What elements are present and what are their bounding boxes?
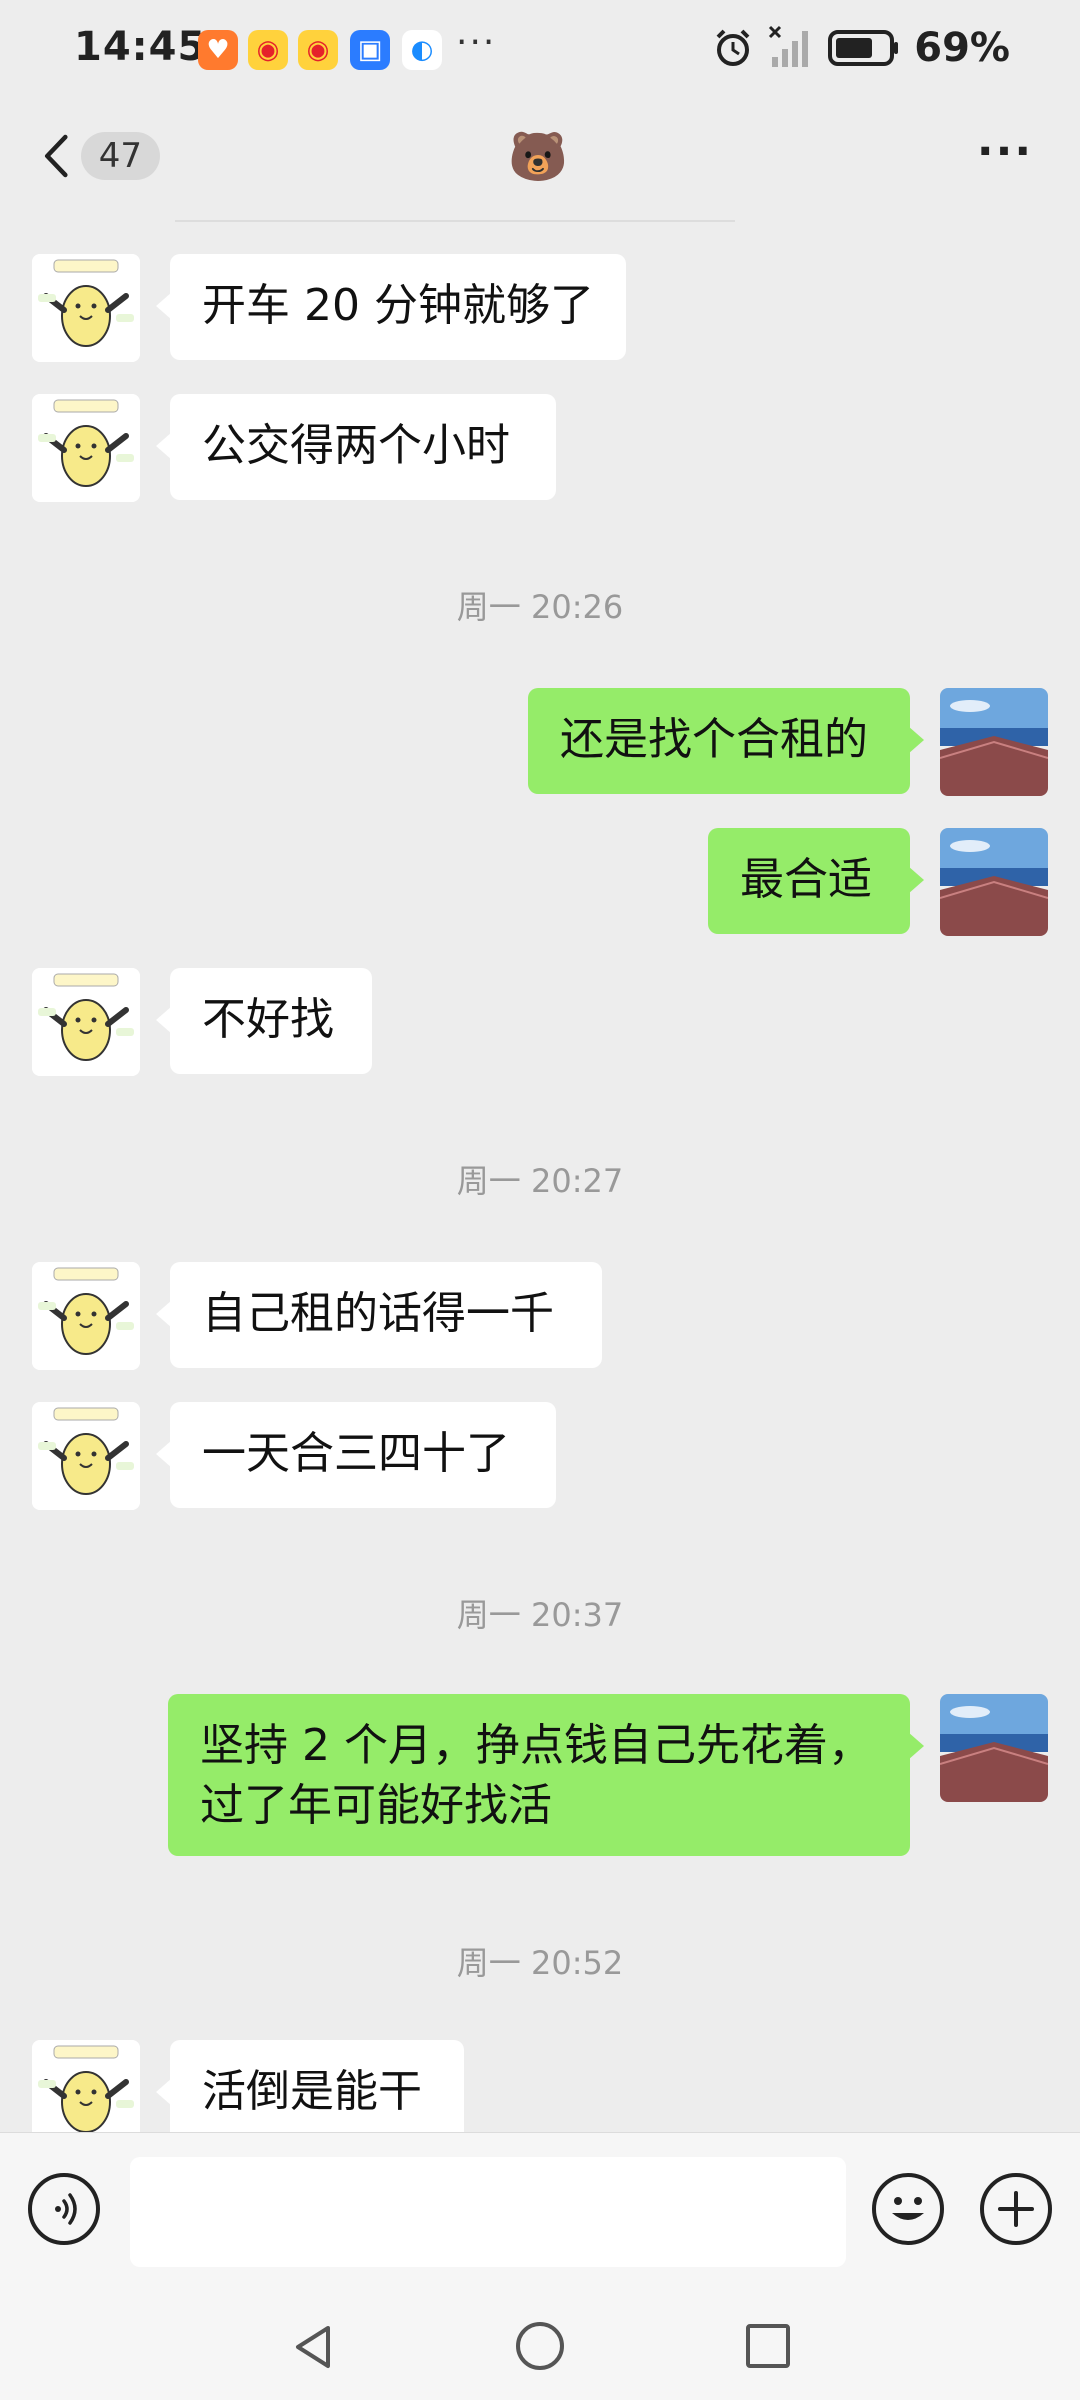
ocean-ship-avatar-icon bbox=[940, 1694, 1048, 1802]
unread-count-badge: 47 bbox=[80, 132, 160, 180]
voice-input-button[interactable] bbox=[28, 2173, 100, 2245]
cartoon-bear-avatar-icon bbox=[32, 254, 140, 362]
system-navigation-bar bbox=[0, 2292, 1080, 2400]
my-avatar[interactable] bbox=[940, 1694, 1048, 1802]
message-text: 开车 20 分钟就够了 bbox=[202, 280, 594, 331]
message-text: 坚持 2 个月，挣点钱自己先花着，过了年可能好找活 bbox=[200, 1720, 872, 1831]
message-bubble-received[interactable]: 一天合三四十了 bbox=[156, 1402, 556, 1508]
plus-icon bbox=[998, 2191, 1034, 2227]
message-bubble-received[interactable]: 开车 20 分钟就够了 bbox=[156, 254, 626, 360]
cartoon-bear-avatar-icon bbox=[32, 1402, 140, 1510]
status-time: 14:45 bbox=[74, 24, 207, 70]
input-bar bbox=[0, 2132, 1080, 2293]
timestamp: 周一 20:52 bbox=[456, 1944, 624, 1982]
signal-icon bbox=[769, 25, 809, 67]
nav-home-icon[interactable] bbox=[516, 2322, 564, 2370]
chevron-left-icon bbox=[44, 134, 68, 178]
back-button[interactable]: 47 bbox=[40, 126, 160, 186]
ocean-ship-avatar-icon bbox=[940, 688, 1048, 796]
message-text: 最合适 bbox=[740, 854, 872, 905]
message-text: 活倒是能干 bbox=[202, 2066, 422, 2117]
message-text: 自己租的话得一千 bbox=[202, 1288, 554, 1339]
nav-recent-apps-icon[interactable] bbox=[746, 2324, 790, 2368]
contact-avatar[interactable] bbox=[32, 1262, 140, 1370]
alarm-icon bbox=[716, 29, 750, 66]
my-avatar[interactable] bbox=[940, 828, 1048, 936]
emoji-button[interactable] bbox=[872, 2173, 944, 2245]
contact-avatar[interactable] bbox=[32, 968, 140, 1076]
appgallery-icon: ▣ bbox=[350, 30, 390, 70]
message-text: 一天合三四十了 bbox=[202, 1428, 510, 1479]
message-bubble-received[interactable]: 活倒是能干 bbox=[156, 2040, 464, 2132]
contact-avatar[interactable] bbox=[32, 1402, 140, 1510]
message-bubble-sent[interactable]: 坚持 2 个月，挣点钱自己先花着，过了年可能好找活 bbox=[168, 1694, 924, 1856]
message-bubble-received[interactable]: 公交得两个小时 bbox=[156, 394, 556, 500]
browser-icon: ◐ bbox=[402, 30, 442, 70]
more-options-button[interactable]: ··· bbox=[970, 126, 1040, 186]
message-text: 还是找个合租的 bbox=[560, 714, 868, 765]
message-bubble-received[interactable]: 不好找 bbox=[156, 968, 372, 1074]
message-text: 不好找 bbox=[202, 994, 334, 1045]
ocean-ship-avatar-icon bbox=[940, 828, 1048, 936]
emoji-icon bbox=[892, 2197, 924, 2220]
message-text: 公交得两个小时 bbox=[202, 420, 510, 471]
taobao-icon: ♥ bbox=[198, 30, 238, 70]
voice-icon bbox=[55, 2193, 77, 2225]
message-row: 活倒是能干 bbox=[0, 2040, 1080, 2132]
divider bbox=[175, 220, 735, 222]
message-bubble-sent[interactable]: 最合适 bbox=[708, 828, 924, 934]
chat-header: 47 🐻 ··· bbox=[0, 100, 1080, 212]
battery-percent: 69% bbox=[914, 25, 1010, 71]
message-bubble-received[interactable]: 自己租的话得一千 bbox=[156, 1262, 602, 1368]
weibo-icon: ◉ bbox=[298, 30, 338, 70]
weibo-icon: ◉ bbox=[248, 30, 288, 70]
chat-title: 🐻 bbox=[508, 129, 568, 185]
contact-avatar[interactable] bbox=[32, 394, 140, 502]
more-features-button[interactable] bbox=[980, 2173, 1052, 2245]
message-input[interactable] bbox=[130, 2157, 846, 2267]
timestamp: 周一 20:27 bbox=[456, 1162, 624, 1200]
nav-back-icon[interactable] bbox=[288, 2322, 338, 2372]
contact-avatar[interactable] bbox=[32, 254, 140, 362]
contact-avatar[interactable] bbox=[32, 2040, 140, 2132]
more-notifications-icon: ··· bbox=[456, 22, 497, 63]
timestamp: 周一 20:37 bbox=[456, 1596, 624, 1634]
my-avatar[interactable] bbox=[940, 688, 1048, 796]
message-bubble-sent[interactable]: 还是找个合租的 bbox=[528, 688, 924, 794]
cartoon-bear-avatar-icon bbox=[32, 394, 140, 502]
battery-icon bbox=[828, 30, 899, 66]
cartoon-bear-avatar-icon bbox=[32, 968, 140, 1076]
cartoon-bear-avatar-icon bbox=[32, 2040, 140, 2132]
cartoon-bear-avatar-icon bbox=[32, 1262, 140, 1370]
status-bar: 14:45 ♥ ◉ ◉ ▣ ◐ ··· 69% bbox=[0, 0, 1080, 100]
timestamp: 周一 20:26 bbox=[456, 588, 624, 626]
